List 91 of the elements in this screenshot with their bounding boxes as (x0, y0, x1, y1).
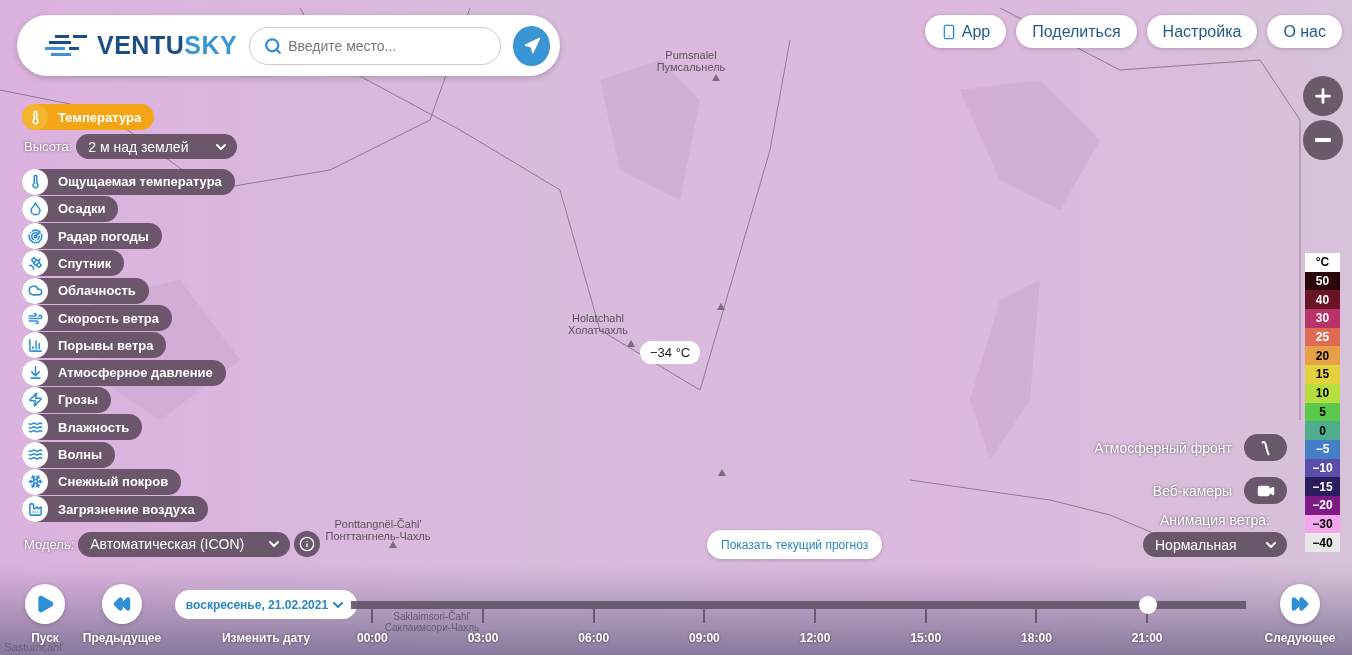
mountain-icon (717, 303, 725, 310)
height-dropdown[interactable]: 2 м над землей (76, 134, 238, 160)
play-icon (35, 594, 55, 614)
time-label: 21:00 (1131, 631, 1163, 645)
minus-icon (1315, 138, 1331, 142)
layer-icon (22, 332, 48, 359)
layer-icon (22, 277, 48, 304)
legend-step: 15 (1305, 365, 1340, 384)
model-dropdown[interactable]: Автоматическая (ICON) (78, 531, 291, 557)
zoom-out-button[interactable] (1303, 120, 1343, 160)
legend-step: −15 (1305, 477, 1340, 496)
time-label: 03:00 (467, 631, 499, 645)
next-label: Следующее (1264, 631, 1336, 645)
layer-icon (22, 414, 48, 441)
layer-item[interactable]: Ощущаемая температура (22, 168, 235, 195)
layer-icon (22, 104, 48, 130)
mountain-icon (718, 469, 726, 476)
fast-forward-icon (1291, 595, 1309, 613)
overlay-label: Атмосферный фронт (1094, 439, 1232, 456)
plus-icon (1312, 85, 1334, 107)
mountain-icon (627, 340, 635, 347)
location-button[interactable] (513, 25, 550, 66)
legend-unit: °C (1305, 253, 1340, 272)
next-button[interactable] (1280, 584, 1320, 624)
temperature-tooltip: −34 °C (640, 341, 701, 364)
layer-icon (22, 195, 48, 222)
timeline-thumb[interactable] (1138, 596, 1157, 614)
layer-item[interactable]: Волны (22, 441, 116, 468)
layer-icon (22, 168, 48, 195)
layer-icon (22, 468, 48, 495)
time-label: 15:00 (910, 631, 942, 645)
layer-item[interactable]: Влажность (22, 414, 143, 441)
wind-animation-dropdown[interactable]: Нормальная (1143, 532, 1287, 557)
time-label: 18:00 (1021, 631, 1052, 645)
info-button[interactable] (294, 531, 321, 558)
front-line-icon (1260, 439, 1271, 456)
mountain-icon (389, 541, 397, 548)
play-button[interactable] (25, 584, 65, 624)
show-current-forecast-button[interactable]: Показать текущий прогноз (707, 530, 883, 559)
layer-icon (22, 441, 48, 468)
layer-item[interactable]: Загрязнение воздуха (22, 496, 208, 523)
previous-label: Предыдущее (82, 631, 162, 645)
layer-icon (22, 250, 48, 277)
info-icon (299, 536, 316, 553)
time-label: 12:00 (799, 631, 831, 645)
navigation-arrow-icon (522, 36, 541, 55)
time-label: 06:00 (578, 631, 610, 645)
search-input[interactable]: Введите место... (288, 37, 489, 54)
layer-icon (22, 223, 48, 250)
rewind-icon (113, 595, 131, 613)
place-label: Pumsnalel Пумсальнель (655, 49, 727, 73)
layer-item[interactable]: Облачность (22, 277, 149, 304)
change-date-label: Изменить дату (221, 631, 311, 645)
front-button[interactable] (1244, 434, 1287, 461)
layer-item[interactable]: Скорость ветра (22, 305, 172, 332)
play-label: Пуск (31, 631, 59, 645)
place-label: Ponttangnël-Čahl' Понттангнель-Чахль (324, 518, 432, 542)
layer-item[interactable]: Порывы ветра (22, 332, 167, 359)
zoom-in-button[interactable] (1303, 76, 1343, 116)
model-label: Модель: (24, 536, 75, 552)
layer-icon (22, 305, 48, 332)
layer-item[interactable]: Атмосферное давление (22, 359, 226, 386)
height-label: Высота: (24, 139, 73, 155)
layer-item[interactable]: Осадки (22, 195, 119, 222)
place-label: Saklaimsori-Čahl' Саклаимсори-Чахль (383, 611, 481, 633)
menu-button[interactable]: Поделиться (1016, 15, 1137, 48)
menu-button[interactable]: О нас (1267, 15, 1342, 48)
legend-step: 20 (1305, 346, 1340, 366)
camera-button[interactable] (1244, 477, 1287, 504)
previous-button[interactable] (102, 584, 142, 624)
menu-button[interactable]: App (924, 15, 1007, 48)
time-label: 00:00 (357, 631, 388, 645)
legend-step: −40 (1305, 533, 1340, 552)
mountain-icon (712, 74, 720, 81)
legend-step: 40 (1305, 290, 1340, 310)
layer-icon (22, 359, 48, 386)
legend-step: 30 (1305, 309, 1340, 328)
layer-item[interactable]: Снежный покров (22, 468, 182, 495)
wind-animation-label: Анимация ветра: (1159, 512, 1271, 528)
legend-step: 0 (1305, 421, 1340, 440)
layer-icon (22, 386, 48, 413)
layer-icon (22, 496, 48, 523)
layer-item[interactable]: Спутник (22, 250, 125, 277)
menu-button[interactable]: Настройка (1146, 15, 1258, 48)
layer-item[interactable]: Радар погоды (22, 223, 162, 250)
time-label: 09:00 (689, 631, 720, 645)
ventusky-logo: VENTUSKY (45, 31, 238, 60)
overlay-label: Веб-камеры (1152, 482, 1232, 499)
layer-item[interactable]: Грозы (22, 386, 112, 413)
place-label: Holatchahl Холатчахль (567, 312, 629, 336)
search-icon (264, 36, 283, 55)
